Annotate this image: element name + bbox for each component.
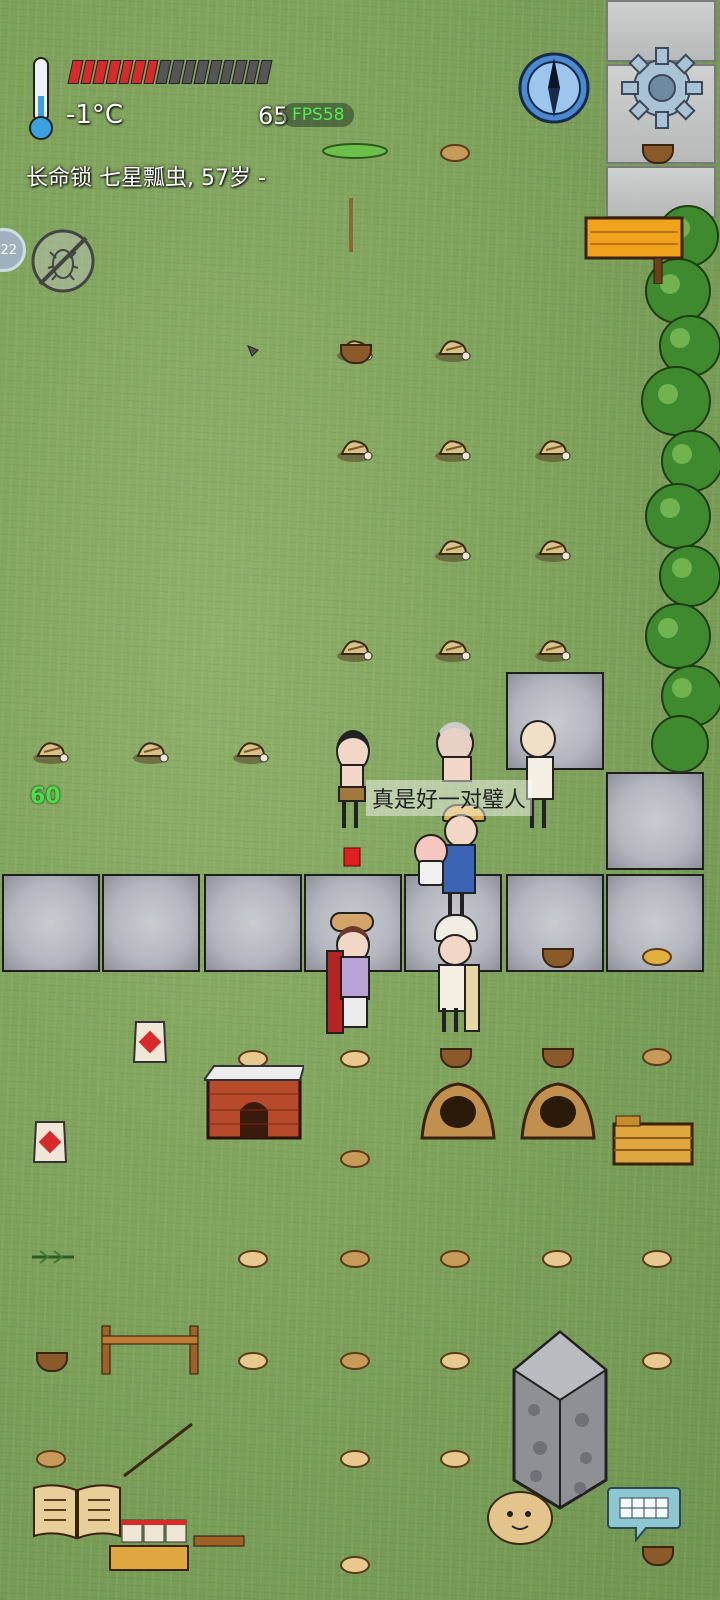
- flint-stone[interactable]: [246, 344, 260, 358]
- bread-loaf[interactable]: [340, 1556, 370, 1574]
- basket[interactable]: [36, 1352, 68, 1372]
- side-chip-badge[interactable]: 22: [0, 228, 26, 272]
- crop-plant[interactable]: [130, 738, 172, 766]
- wooden-fence[interactable]: [98, 1322, 204, 1378]
- crop-plant[interactable]: [532, 536, 574, 564]
- food-segment: [256, 60, 273, 84]
- wooden-stick[interactable]: [344, 196, 358, 256]
- bread-loaf[interactable]: [340, 1050, 370, 1068]
- red-container[interactable]: [342, 846, 362, 868]
- adobe-kiln[interactable]: [518, 1078, 598, 1140]
- speech-bubble: 真是好一对璧人: [366, 780, 533, 816]
- recipe-book-icon[interactable]: [30, 1482, 124, 1542]
- wooden-signboard[interactable]: [584, 214, 684, 284]
- fps-counter: FPS58: [282, 103, 355, 127]
- crop-plant[interactable]: [334, 436, 376, 464]
- bread-loaf[interactable]: [642, 1352, 672, 1370]
- wooden-plank[interactable]: [108, 1532, 248, 1572]
- basket[interactable]: [440, 1048, 472, 1068]
- basket[interactable]: [642, 1546, 674, 1566]
- temperature-readout: -1°C: [66, 100, 124, 130]
- bread-loaf[interactable]: [542, 1250, 572, 1268]
- bread-loaf[interactable]: [340, 1450, 370, 1468]
- gear-icon[interactable]: [620, 46, 704, 130]
- wooden-crate[interactable]: [612, 1114, 694, 1166]
- compass-icon[interactable]: [516, 50, 592, 126]
- brick-oven[interactable]: [204, 1064, 304, 1140]
- crop-plant[interactable]: [30, 738, 72, 766]
- bread-loaf[interactable]: [642, 948, 672, 966]
- bread-loaf[interactable]: [440, 1352, 470, 1370]
- crop-plant[interactable]: [334, 636, 376, 664]
- crop-plant[interactable]: [432, 636, 474, 664]
- player-with-baby[interactable]: [414, 804, 488, 920]
- stone-floor-tile: [2, 874, 100, 972]
- bread-loaf[interactable]: [36, 1450, 66, 1468]
- herb-bundle[interactable]: [30, 1248, 76, 1266]
- crop-plant[interactable]: [432, 536, 474, 564]
- crop-plant[interactable]: [230, 738, 272, 766]
- crop-plant[interactable]: [432, 436, 474, 464]
- potato-emote-icon[interactable]: [486, 1486, 554, 1546]
- stone-floor-tile: [102, 874, 200, 972]
- thermometer-icon: [29, 57, 53, 140]
- bow-drill[interactable]: [120, 1420, 196, 1480]
- flour-sack[interactable]: [130, 1016, 170, 1064]
- villager-knit-hat[interactable]: [430, 914, 482, 1034]
- bread-loaf[interactable]: [440, 1450, 470, 1468]
- adobe-kiln[interactable]: [418, 1078, 498, 1140]
- bread-loaf[interactable]: [440, 1250, 470, 1268]
- bread-loaf[interactable]: [340, 1250, 370, 1268]
- player-name-age: 长命锁 七星瓢虫, 57岁 -: [26, 166, 266, 191]
- stone-pillar[interactable]: [510, 1330, 610, 1510]
- crop-plant[interactable]: [532, 436, 574, 464]
- bread-loaf[interactable]: [440, 144, 470, 162]
- bread-loaf[interactable]: [340, 1352, 370, 1370]
- bread-loaf[interactable]: [238, 1250, 268, 1268]
- stone-floor-tile: [606, 772, 704, 870]
- crop-plant[interactable]: [432, 336, 474, 364]
- bread-loaf[interactable]: [642, 1250, 672, 1268]
- keyboard-icon[interactable]: [606, 1484, 682, 1544]
- banana-leaf[interactable]: [320, 140, 390, 162]
- bread-loaf[interactable]: [340, 1150, 370, 1168]
- basket[interactable]: [542, 1048, 574, 1068]
- flour-sack[interactable]: [30, 1116, 70, 1164]
- crop-plant[interactable]: [532, 636, 574, 664]
- stone-floor-tile: [204, 874, 302, 972]
- villager-woman-purple[interactable]: [326, 912, 382, 1036]
- food-meter: [67, 60, 273, 84]
- bread-loaf[interactable]: [238, 1352, 268, 1370]
- hover-value: 60: [30, 784, 61, 809]
- no-insect-icon[interactable]: [30, 228, 96, 294]
- bread-loaf[interactable]: [642, 1048, 672, 1066]
